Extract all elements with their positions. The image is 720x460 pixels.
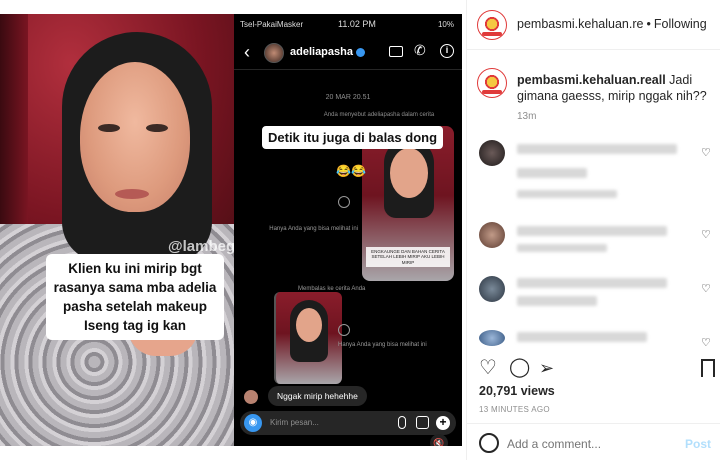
commenter-avatar[interactable] <box>479 140 505 166</box>
blurred-comment-text <box>517 332 647 342</box>
heart-icon[interactable]: ♡ <box>479 357 497 379</box>
photo-eye-right <box>146 124 168 132</box>
commenter-avatar[interactable] <box>479 222 505 248</box>
post-comment-button[interactable]: Post <box>685 437 711 451</box>
only-you-notice-2: Hanya Anda yang bisa melihat ini <box>338 342 427 348</box>
verified-badge-icon <box>355 47 365 57</box>
sender-avatar <box>244 390 258 404</box>
reply-icon <box>338 196 350 208</box>
emoji-icon[interactable] <box>479 433 499 453</box>
comment-like-icon[interactable]: ♡ <box>701 336 711 349</box>
mute-audio-icon[interactable]: 🔇 <box>430 434 448 446</box>
mention-notice: Anda menyebut adeliapasha dalam cerita <box>323 112 435 118</box>
reply-icon <box>338 324 350 336</box>
dm-screenshot: Tsel-PakaiMasker 11.02 PM 10% ‹ adeliapa… <box>234 14 462 446</box>
battery-label: 10% <box>437 20 454 29</box>
caption-username[interactable]: pembasmi.kehaluan.reall <box>517 73 666 87</box>
comment-item: ♡ <box>479 222 715 252</box>
dm-date-divider: 20 MAR 20.51 <box>325 94 371 101</box>
comment-like-icon[interactable]: ♡ <box>701 146 711 159</box>
comment-item: ♡ <box>479 330 715 360</box>
video-call-icon <box>389 46 403 57</box>
photo-eye-left <box>98 124 120 132</box>
bookmark-icon[interactable] <box>701 359 715 377</box>
left-photo: @lambegosiip Klien ku ini mirip bgt rasa… <box>0 14 236 446</box>
carrier-label: Tsel-PakaiMasker <box>240 20 304 29</box>
comment-item: ♡ <box>479 276 715 306</box>
blurred-comment-text <box>517 296 597 306</box>
comment-like-icon[interactable]: ♡ <box>701 228 711 241</box>
post-header: pembasmi.kehaluan.re • Following <box>467 0 720 50</box>
info-icon: i <box>440 44 454 58</box>
profile-avatar[interactable] <box>477 10 507 40</box>
add-comment-row: Post <box>467 423 720 460</box>
story-face <box>296 308 322 342</box>
dm-header: ‹ adeliapasha ✆ i <box>234 36 462 70</box>
post-timestamp[interactable]: 13 MINUTES AGO <box>479 405 550 414</box>
camera-icon: ◉ <box>244 414 262 432</box>
commenter-avatar[interactable] <box>479 330 505 346</box>
overlay-emoji: 😂😂 <box>336 164 366 178</box>
overlay-text-line1: Detik itu juga di balas dong <box>262 126 444 149</box>
post-actions: ♡ ◯ ➢ <box>479 357 715 381</box>
header-username[interactable]: pembasmi.kehaluan.re <box>517 17 643 31</box>
blurred-comment-meta <box>517 244 607 252</box>
add-comment-input[interactable] <box>507 437 657 451</box>
photo-caption: Klien ku ini mirip bgt rasanya sama mba … <box>46 254 224 340</box>
header-user-line: pembasmi.kehaluan.re • Following <box>517 17 707 31</box>
blurred-comment-text <box>517 278 667 288</box>
dm-username: adeliapasha <box>290 46 365 58</box>
commenter-avatar[interactable] <box>479 276 505 302</box>
story-face <box>390 148 428 198</box>
header-separator: • <box>646 17 651 31</box>
post-side-panel: pembasmi.kehaluan.re • Following pembasmi.… <box>466 0 720 460</box>
shared-story-1: ENGKAUNGE DAN BAHAN CERITA SETELAH LEBIH… <box>362 126 454 281</box>
shared-story-2 <box>274 292 342 384</box>
post-media[interactable]: @lambegosiip Klien ku ini mirip bgt rasa… <box>0 0 466 460</box>
back-arrow-icon: ‹ <box>244 42 250 62</box>
comment-icon[interactable]: ◯ <box>509 357 530 379</box>
share-icon[interactable]: ➢ <box>539 357 554 379</box>
caption-avatar[interactable] <box>477 68 507 98</box>
watermark-text: @lambegosiip <box>168 238 236 255</box>
gallery-icon <box>416 416 429 429</box>
comment-item: ♡ <box>479 140 715 198</box>
blurred-comment-text <box>517 144 677 154</box>
comment-like-icon[interactable]: ♡ <box>701 282 711 295</box>
composer-placeholder: Kirim pesan... <box>270 418 319 427</box>
status-bar: Tsel-PakaiMasker 11.02 PM 10% <box>234 14 462 34</box>
caption-time: 13m <box>517 111 537 122</box>
following-button[interactable]: Following <box>654 17 707 31</box>
post-caption: pembasmi.kehaluan.reall Jadi gimana gaes… <box>517 72 713 104</box>
story-banner-text: ENGKAUNGE DAN BAHAN CERITA SETELAH LEBIH… <box>366 246 450 267</box>
plus-icon: + <box>436 416 450 430</box>
status-time: 11.02 PM <box>338 19 376 29</box>
only-you-notice-1: Hanya Anda yang bisa melihat ini <box>269 226 358 232</box>
phone-call-icon: ✆ <box>414 42 426 58</box>
view-count[interactable]: 20,791 views <box>479 384 555 398</box>
microphone-icon <box>398 416 406 429</box>
dm-avatar <box>264 43 284 63</box>
blurred-comment-text <box>517 168 587 178</box>
reply-message-bubble: Nggak mirip hehehhe <box>268 386 367 406</box>
dm-composer: ◉ Kirim pesan... + <box>240 411 456 435</box>
photo-lips <box>115 189 149 199</box>
blurred-comment-text <box>517 226 667 236</box>
blurred-comment-meta <box>517 190 617 198</box>
